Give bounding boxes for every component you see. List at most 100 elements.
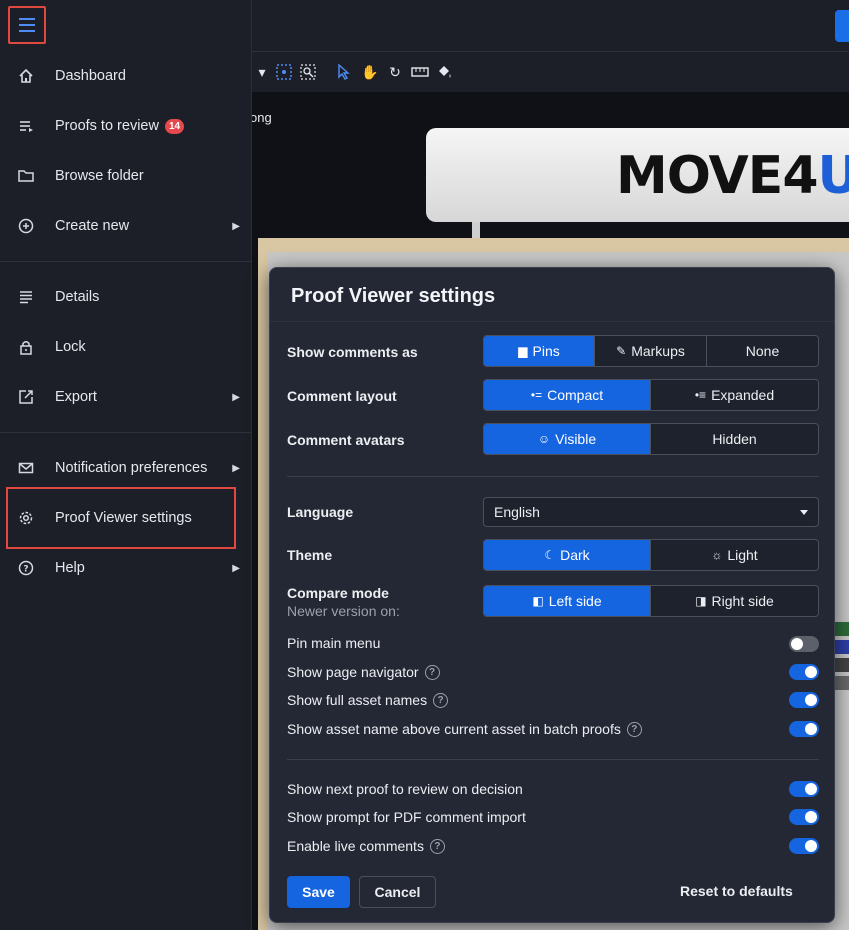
show-asset-name-above-switch[interactable] [789,721,819,737]
toggle-label-pin-main-menu: Pin main menu [287,635,381,651]
help-icon[interactable]: ? [429,838,445,854]
menu-item-proofs-to-review[interactable]: Proofs to review 14 [0,106,252,146]
option-expanded[interactable]: •≡ Expanded [651,380,818,410]
hand-icon[interactable]: ✋ [360,62,380,82]
option-left-side[interactable]: ◧ Left side [484,586,651,616]
menu-item-label: Notification preferences [55,460,208,476]
show-pdf-import-prompt-switch[interactable] [789,809,819,825]
show-comments-as-segmented: ▆ Pins ✎ Markups None [483,335,819,367]
help-icon[interactable]: ? [626,721,642,737]
help-icon[interactable]: ? [433,692,449,708]
toggle-label-show-asset-name-above: Show asset name above current asset in b… [287,721,642,737]
right-side-icon: ◨ [695,594,707,608]
comment-layout-label: Comment layout [287,388,397,404]
menu-item-label: Export [55,389,97,405]
mail-icon [16,458,36,478]
proof-image-sign: MOVE4U [426,128,849,222]
menu-item-label: Details [55,289,100,305]
compact-icon: •= [530,388,543,402]
menu-item-browse-folder[interactable]: Browse folder [0,156,252,196]
menu-item-details[interactable]: Details [0,277,252,317]
help-icon[interactable]: ? [424,664,440,680]
dropdown-caret-icon[interactable]: ▾ [252,62,272,82]
pencil-icon: ✎ [616,344,627,358]
hamburger-button[interactable] [8,6,46,44]
review-count-badge: 14 [164,118,185,134]
moon-icon: ☾ [544,548,556,562]
menu-item-help[interactable]: ? Help ▶ [0,548,252,588]
submenu-arrow-icon: ▶ [232,462,240,474]
option-right-side[interactable]: ◨ Right side [651,586,818,616]
option-none[interactable]: None [707,336,818,366]
option-hidden[interactable]: Hidden [651,424,818,454]
svg-text:?: ? [23,565,28,575]
menu-item-notification-preferences[interactable]: Notification preferences ▶ [0,448,252,488]
menu-item-label: Proofs to review [55,118,159,134]
smiley-icon: ☺ [537,432,551,446]
toggle-label-show-next-proof: Show next proof to review on decision [287,781,523,797]
comment-pin-icon: ▆ [518,344,528,358]
section-divider [287,476,819,477]
option-compact[interactable]: •= Compact [484,380,651,410]
menu-item-label: Lock [55,339,86,355]
menu-item-export[interactable]: Export ▶ [0,377,252,417]
option-visible[interactable]: ☺ Visible [484,424,651,454]
section-divider [287,759,819,760]
folder-icon [16,166,36,186]
toggle-label-show-pdf-import-prompt: Show prompt for PDF comment import [287,809,526,825]
main-menu: Dashboard Proofs to review 14 Browse fold… [0,0,252,930]
pointer-icon[interactable] [334,62,354,82]
background-text: ong [250,110,272,125]
ruler-icon[interactable] [410,62,430,82]
theme-label: Theme [287,547,333,563]
toggle-label-enable-live-comments: Enable live comments? [287,838,445,854]
reset-to-defaults-button[interactable]: Reset to defaults [680,883,793,899]
compare-mode-segmented: ◧ Left side ◨ Right side [483,585,819,617]
top-action-button[interactable] [835,10,849,42]
compare-mode-label: Compare mode [287,585,389,601]
enable-live-comments-switch[interactable] [789,838,819,854]
pin-main-menu-switch[interactable] [789,636,819,652]
menu-item-lock[interactable]: Lock [0,327,252,367]
option-markups[interactable]: ✎ Markups [595,336,707,366]
fit-icon[interactable] [274,62,294,82]
comment-layout-segmented: •= Compact •≡ Expanded [483,379,819,411]
option-light[interactable]: ☼ Light [651,540,818,570]
show-full-asset-names-switch[interactable] [789,692,819,708]
export-icon [16,387,36,407]
save-button[interactable]: Save [287,876,350,908]
show-next-proof-switch[interactable] [789,781,819,797]
cancel-button[interactable]: Cancel [359,876,436,908]
menu-item-dashboard[interactable]: Dashboard [0,56,252,96]
home-icon [16,66,36,86]
menu-item-label: Create new [55,218,130,234]
dialog-title: Proof Viewer settings [291,285,496,307]
app-root: ▾ ✋ ↻ ong MOVE4U Dashboard Proofs to rev… [0,0,849,930]
menu-divider [0,261,252,262]
submenu-arrow-icon: ▶ [232,391,240,403]
show-page-navigator-switch[interactable] [789,664,819,680]
option-pins[interactable]: ▆ Pins [484,336,595,366]
menu-divider [0,432,252,433]
expanded-icon: •≡ [694,388,707,402]
chevron-down-icon [800,510,808,515]
language-select[interactable]: English [483,497,819,527]
menu-item-label: Dashboard [55,68,126,84]
comment-avatars-segmented: ☺ Visible Hidden [483,423,819,455]
menu-item-create-new[interactable]: Create new ▶ [0,206,252,246]
proof-viewer-settings-dialog: Proof Viewer settings Show comments as ▆… [269,267,835,923]
option-dark[interactable]: ☾ Dark [484,540,651,570]
menu-item-label: Browse folder [55,168,144,184]
toggle-label-show-page-navigator: Show page navigator? [287,664,440,680]
zoom-region-icon[interactable] [298,62,318,82]
rotate-icon[interactable]: ↻ [385,62,405,82]
list-icon [16,116,36,136]
compare-mode-sublabel: Newer version on: [287,603,400,619]
language-label: Language [287,504,354,520]
hamburger-icon [19,16,35,34]
toggle-label-show-full-asset-names: Show full asset names? [287,692,449,708]
submenu-arrow-icon: ▶ [232,220,240,232]
fill-bucket-icon[interactable] [435,62,455,82]
menu-item-label: Help [55,560,85,576]
header-divider [270,321,834,322]
